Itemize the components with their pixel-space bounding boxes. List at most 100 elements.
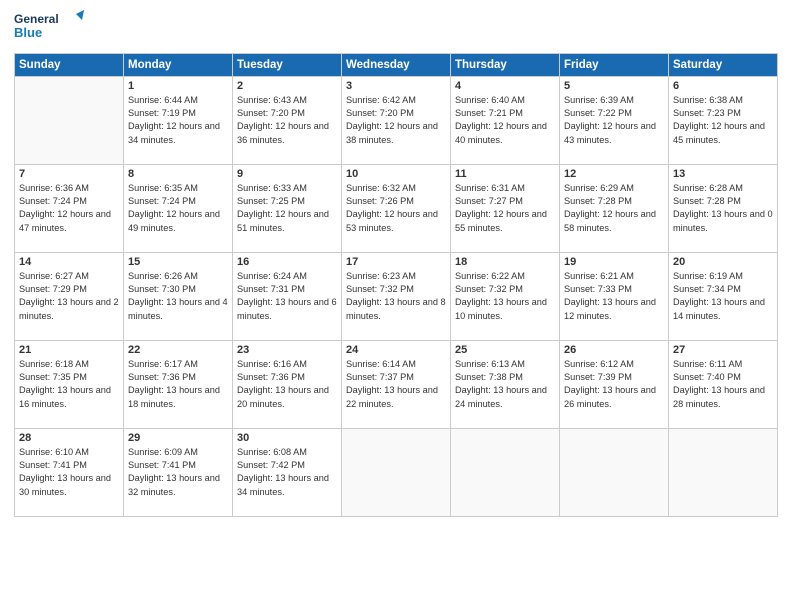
day-info: Sunrise: 6:16 AMSunset: 7:36 PMDaylight:… [237, 358, 337, 411]
day-number: 6 [673, 80, 773, 92]
day-info: Sunrise: 6:39 AMSunset: 7:22 PMDaylight:… [564, 94, 664, 147]
day-cell [451, 428, 560, 516]
day-number: 29 [128, 432, 228, 444]
logo-svg: General Blue [14, 10, 84, 42]
day-cell: 11Sunrise: 6:31 AMSunset: 7:27 PMDayligh… [451, 164, 560, 252]
day-cell: 20 Sunrise: 6:19 AMSunset: 7:34 PMDayligh… [669, 252, 778, 340]
weekday-monday: Monday [124, 53, 233, 76]
day-cell: 16 Sunrise: 6:24 AMSunset: 7:31 PMDayligh… [233, 252, 342, 340]
weekday-saturday: Saturday [669, 53, 778, 76]
day-info: Sunrise: 6:43 AMSunset: 7:20 PMDaylight:… [237, 94, 337, 147]
day-number: 23 [237, 344, 337, 356]
day-cell: 26 Sunrise: 6:12 AMSunset: 7:39 PMDayligh… [560, 340, 669, 428]
week-row-4: 28 Sunrise: 6:10 AMSunset: 7:41 PMDayligh… [15, 428, 778, 516]
day-number: 22 [128, 344, 228, 356]
day-cell: 9Sunrise: 6:33 AMSunset: 7:25 PMDaylight… [233, 164, 342, 252]
day-info: Sunrise: 6:32 AMSunset: 7:26 PMDaylight:… [346, 182, 446, 235]
week-row-2: 14 Sunrise: 6:27 AMSunset: 7:29 PMDayligh… [15, 252, 778, 340]
day-cell: 4 Sunrise: 6:40 AMSunset: 7:21 PMDaylight… [451, 76, 560, 164]
day-info: Sunrise: 6:24 AMSunset: 7:31 PMDaylight:… [237, 270, 337, 323]
day-cell: 19Sunrise: 6:21 AMSunset: 7:33 PMDayligh… [560, 252, 669, 340]
day-cell: 1 Sunrise: 6:44 AMSunset: 7:19 PMDaylight… [124, 76, 233, 164]
day-cell: 25 Sunrise: 6:13 AMSunset: 7:38 PMDayligh… [451, 340, 560, 428]
weekday-sunday: Sunday [15, 53, 124, 76]
day-number: 4 [455, 80, 555, 92]
day-info: Sunrise: 6:18 AMSunset: 7:35 PMDaylight:… [19, 358, 119, 411]
week-row-3: 21 Sunrise: 6:18 AMSunset: 7:35 PMDayligh… [15, 340, 778, 428]
day-number: 3 [346, 80, 446, 92]
day-info: Sunrise: 6:09 AMSunset: 7:41 PMDaylight:… [128, 446, 228, 499]
day-cell: 12 Sunrise: 6:29 AMSunset: 7:28 PMDayligh… [560, 164, 669, 252]
day-number: 9 [237, 168, 337, 180]
day-info: Sunrise: 6:40 AMSunset: 7:21 PMDaylight:… [455, 94, 555, 147]
weekday-header-row: SundayMondayTuesdayWednesdayThursdayFrid… [15, 53, 778, 76]
day-cell: 2 Sunrise: 6:43 AMSunset: 7:20 PMDaylight… [233, 76, 342, 164]
day-cell: 23 Sunrise: 6:16 AMSunset: 7:36 PMDayligh… [233, 340, 342, 428]
day-info: Sunrise: 6:10 AMSunset: 7:41 PMDaylight:… [19, 446, 119, 499]
day-info: Sunrise: 6:44 AMSunset: 7:19 PMDaylight:… [128, 94, 228, 147]
day-info: Sunrise: 6:38 AMSunset: 7:23 PMDaylight:… [673, 94, 773, 147]
day-info: Sunrise: 6:13 AMSunset: 7:38 PMDaylight:… [455, 358, 555, 411]
day-cell: 5Sunrise: 6:39 AMSunset: 7:22 PMDaylight… [560, 76, 669, 164]
weekday-tuesday: Tuesday [233, 53, 342, 76]
day-number: 15 [128, 256, 228, 268]
day-info: Sunrise: 6:12 AMSunset: 7:39 PMDaylight:… [564, 358, 664, 411]
svg-text:Blue: Blue [14, 25, 42, 40]
day-info: Sunrise: 6:26 AMSunset: 7:30 PMDaylight:… [128, 270, 228, 323]
day-info: Sunrise: 6:28 AMSunset: 7:28 PMDaylight:… [673, 182, 773, 235]
day-number: 14 [19, 256, 119, 268]
day-cell [560, 428, 669, 516]
day-number: 8 [128, 168, 228, 180]
weekday-thursday: Thursday [451, 53, 560, 76]
day-info: Sunrise: 6:22 AMSunset: 7:32 PMDaylight:… [455, 270, 555, 323]
day-number: 20 [673, 256, 773, 268]
day-info: Sunrise: 6:35 AMSunset: 7:24 PMDaylight:… [128, 182, 228, 235]
logo-text: General Blue [14, 10, 84, 47]
day-number: 13 [673, 168, 773, 180]
day-cell [669, 428, 778, 516]
day-cell: 18Sunrise: 6:22 AMSunset: 7:32 PMDayligh… [451, 252, 560, 340]
day-cell: 17 Sunrise: 6:23 AMSunset: 7:32 PMDayligh… [342, 252, 451, 340]
day-info: Sunrise: 6:21 AMSunset: 7:33 PMDaylight:… [564, 270, 664, 323]
day-info: Sunrise: 6:11 AMSunset: 7:40 PMDaylight:… [673, 358, 773, 411]
day-cell: 21 Sunrise: 6:18 AMSunset: 7:35 PMDayligh… [15, 340, 124, 428]
day-info: Sunrise: 6:19 AMSunset: 7:34 PMDaylight:… [673, 270, 773, 323]
day-cell: 22 Sunrise: 6:17 AMSunset: 7:36 PMDayligh… [124, 340, 233, 428]
day-info: Sunrise: 6:29 AMSunset: 7:28 PMDaylight:… [564, 182, 664, 235]
day-number: 12 [564, 168, 664, 180]
week-row-0: 1 Sunrise: 6:44 AMSunset: 7:19 PMDaylight… [15, 76, 778, 164]
day-number: 16 [237, 256, 337, 268]
day-number: 17 [346, 256, 446, 268]
page: General Blue SundayMondayTuesdayWednesda… [0, 0, 792, 612]
day-cell: 13 Sunrise: 6:28 AMSunset: 7:28 PMDayligh… [669, 164, 778, 252]
day-info: Sunrise: 6:17 AMSunset: 7:36 PMDaylight:… [128, 358, 228, 411]
day-info: Sunrise: 6:27 AMSunset: 7:29 PMDaylight:… [19, 270, 119, 323]
day-number: 11 [455, 168, 555, 180]
day-number: 1 [128, 80, 228, 92]
calendar: SundayMondayTuesdayWednesdayThursdayFrid… [14, 53, 778, 517]
day-number: 25 [455, 344, 555, 356]
day-info: Sunrise: 6:08 AMSunset: 7:42 PMDaylight:… [237, 446, 337, 499]
day-number: 10 [346, 168, 446, 180]
day-info: Sunrise: 6:36 AMSunset: 7:24 PMDaylight:… [19, 182, 119, 235]
day-cell: 14 Sunrise: 6:27 AMSunset: 7:29 PMDayligh… [15, 252, 124, 340]
header: General Blue [14, 10, 778, 47]
day-info: Sunrise: 6:23 AMSunset: 7:32 PMDaylight:… [346, 270, 446, 323]
day-cell: 8 Sunrise: 6:35 AMSunset: 7:24 PMDaylight… [124, 164, 233, 252]
day-cell [342, 428, 451, 516]
day-number: 30 [237, 432, 337, 444]
day-number: 27 [673, 344, 773, 356]
day-cell: 27 Sunrise: 6:11 AMSunset: 7:40 PMDayligh… [669, 340, 778, 428]
day-cell: 3 Sunrise: 6:42 AMSunset: 7:20 PMDaylight… [342, 76, 451, 164]
day-number: 24 [346, 344, 446, 356]
day-number: 26 [564, 344, 664, 356]
day-info: Sunrise: 6:42 AMSunset: 7:20 PMDaylight:… [346, 94, 446, 147]
day-cell: 10 Sunrise: 6:32 AMSunset: 7:26 PMDayligh… [342, 164, 451, 252]
week-row-1: 7 Sunrise: 6:36 AMSunset: 7:24 PMDaylight… [15, 164, 778, 252]
day-number: 7 [19, 168, 119, 180]
day-cell: 28 Sunrise: 6:10 AMSunset: 7:41 PMDayligh… [15, 428, 124, 516]
day-number: 2 [237, 80, 337, 92]
weekday-friday: Friday [560, 53, 669, 76]
day-number: 21 [19, 344, 119, 356]
day-number: 28 [19, 432, 119, 444]
